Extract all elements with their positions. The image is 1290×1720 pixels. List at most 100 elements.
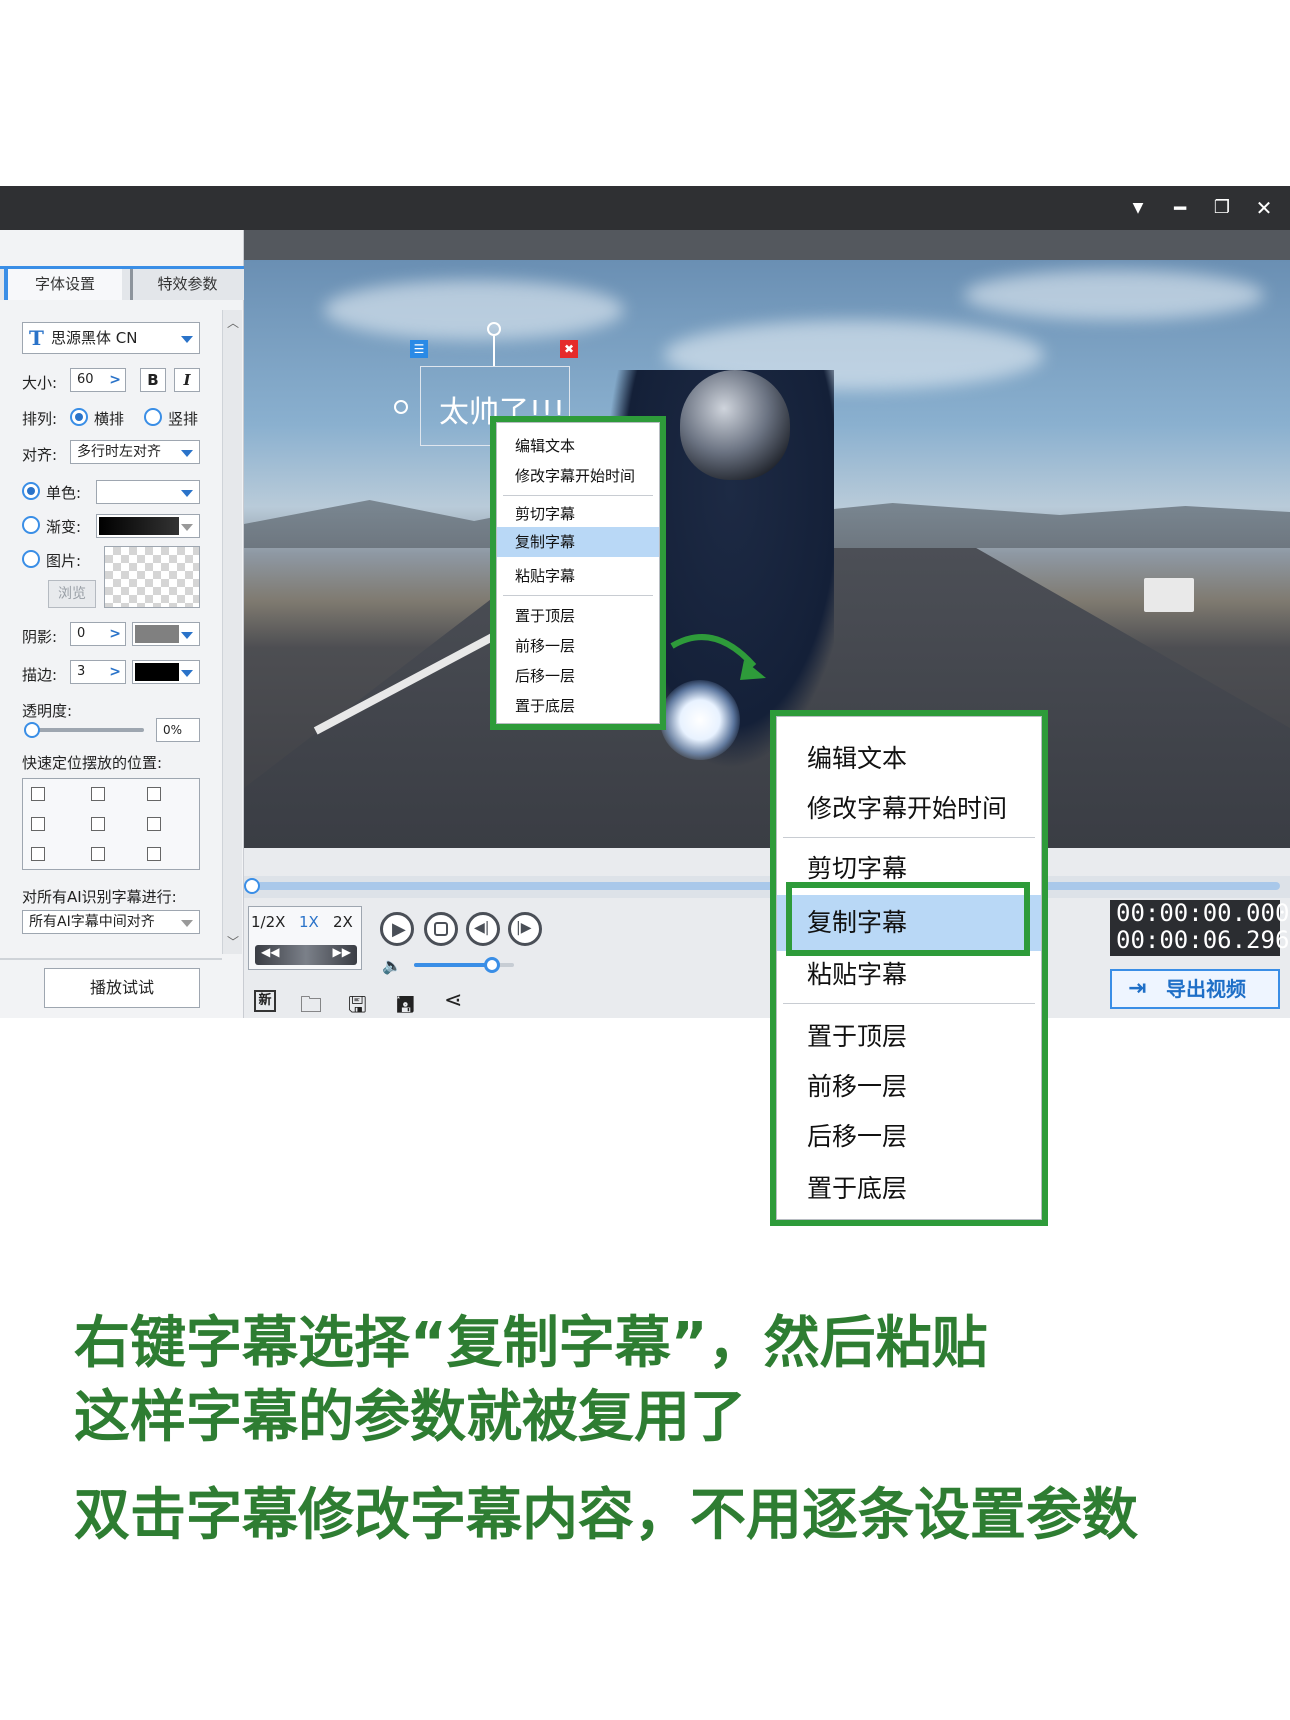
save-as-icon[interactable]: 🖪	[396, 988, 415, 1026]
restore-icon[interactable]: ❐	[1208, 194, 1236, 222]
menu-item-send-to-back[interactable]: 置于底层	[497, 695, 659, 716]
image-radio[interactable]	[22, 550, 40, 568]
font-select[interactable]: T 思源黑体 CN	[22, 322, 200, 354]
italic-button[interactable]: I	[174, 368, 200, 392]
arrange-horizontal-label: 横排	[94, 410, 125, 428]
next-frame-button[interactable]: |▶	[508, 912, 542, 946]
position-middle-right[interactable]	[147, 817, 161, 831]
align-select[interactable]: 多行时左对齐	[70, 440, 200, 464]
solid-color-radio[interactable]	[22, 482, 40, 500]
menu-item-edit-text[interactable]: 编辑文本	[777, 739, 1041, 775]
rewind-icon: ◀◀	[261, 945, 280, 959]
menu-item-cut[interactable]: 剪切字幕	[497, 503, 659, 524]
menu-item-bring-to-front[interactable]: 置于顶层	[497, 605, 659, 626]
dropdown-icon[interactable]: ▼	[1124, 194, 1152, 222]
volume-slider-track[interactable]	[414, 957, 514, 973]
menu-item-copy[interactable]: 复制字幕	[497, 527, 659, 557]
gradient-picker[interactable]	[96, 514, 200, 538]
shadow-color-picker[interactable]	[132, 622, 200, 646]
export-video-button[interactable]: ⇥ 导出视频	[1110, 969, 1280, 1009]
total-time: 00:00:06.296	[1116, 926, 1290, 954]
opacity-slider-track[interactable]	[26, 728, 144, 732]
speed-2x[interactable]: 2X	[333, 913, 353, 931]
menu-item-send-backward[interactable]: 后移一层	[777, 1117, 1041, 1153]
menu-item-send-backward[interactable]: 后移一层	[497, 665, 659, 686]
stroke-input[interactable]: 3 >	[70, 660, 126, 684]
ai-align-select[interactable]: 所有AI字幕中间对齐	[22, 910, 200, 934]
timeline-track[interactable]	[250, 882, 1280, 890]
position-top-right[interactable]	[147, 787, 161, 801]
opacity-input[interactable]: 0%	[156, 718, 200, 742]
list-icon[interactable]: ☰	[410, 340, 428, 358]
stop-button[interactable]	[424, 912, 458, 946]
speed-slider[interactable]: ◀◀ ▶▶	[255, 945, 357, 965]
menu-item-bring-to-front[interactable]: 置于顶层	[777, 1017, 1041, 1053]
menu-item-change-start-time[interactable]: 修改字幕开始时间	[777, 789, 1041, 825]
settings-tabs: 字体设置 特效参数	[0, 266, 244, 300]
helmet	[680, 370, 790, 480]
speed-1x[interactable]: 1X	[299, 913, 319, 931]
rotate-handle[interactable]	[487, 322, 501, 336]
minimize-icon[interactable]: ━	[1166, 194, 1194, 222]
timeline-handle[interactable]	[244, 878, 260, 894]
browse-button[interactable]: 浏览	[48, 580, 96, 608]
play-button[interactable]: ▶	[380, 912, 414, 946]
position-bottom-center[interactable]	[91, 847, 105, 861]
opacity-slider-handle[interactable]	[24, 722, 40, 738]
chevron-down-icon	[181, 632, 193, 639]
menu-item-bring-forward[interactable]: 前移一层	[777, 1067, 1041, 1103]
panel-scrollbar[interactable]: ︿ ﹀	[222, 310, 242, 954]
stroke-swatch	[135, 663, 179, 681]
delete-icon[interactable]: ✖	[560, 340, 578, 358]
solid-color-picker[interactable]	[96, 480, 200, 504]
size-input[interactable]: 60 >	[70, 368, 126, 392]
menu-item-change-start-time[interactable]: 修改字幕开始时间	[497, 465, 659, 486]
volume-icon[interactable]: 🔈	[382, 956, 402, 975]
chevron-down-icon	[181, 450, 193, 457]
small-context-menu: 编辑文本 修改字幕开始时间 剪切字幕 复制字幕 粘贴字幕 置于顶层 前移一层 后…	[496, 422, 660, 724]
video-preview[interactable]: 太帅了!!! ☰ ✖	[244, 260, 1290, 848]
save-icon[interactable]: 🖫	[348, 988, 367, 1026]
open-folder-icon[interactable]: 🗀	[300, 988, 322, 1026]
bold-button[interactable]: B	[140, 368, 166, 392]
step-forward-icon: |▶	[516, 920, 532, 936]
quick-position-label: 快速定位摆放的位置:	[22, 754, 163, 772]
new-project-icon[interactable]: 新	[254, 990, 276, 1012]
chevron-up-icon[interactable]: ︿	[227, 314, 239, 331]
menu-item-paste[interactable]: 粘贴字幕	[497, 565, 659, 586]
menu-item-bring-forward[interactable]: 前移一层	[497, 635, 659, 656]
position-top-center[interactable]	[91, 787, 105, 801]
close-icon[interactable]: ✕	[1250, 194, 1278, 222]
gradient-label: 渐变:	[46, 518, 82, 536]
preview-play-button[interactable]: 播放试试	[44, 968, 200, 1008]
share-icon[interactable]: ⋖	[444, 988, 462, 1013]
prev-frame-button[interactable]: ◀|	[466, 912, 500, 946]
align-label: 对齐:	[22, 446, 58, 464]
volume-slider-handle[interactable]	[484, 957, 500, 973]
tab-font-settings[interactable]: 字体设置	[4, 269, 122, 300]
stroke-color-picker[interactable]	[132, 660, 200, 684]
arrange-horizontal-radio[interactable]	[70, 408, 88, 426]
arrange-vertical-radio[interactable]	[144, 408, 162, 426]
menu-item-paste[interactable]: 粘贴字幕	[777, 955, 1041, 991]
position-bottom-left[interactable]	[31, 847, 45, 861]
shadow-input[interactable]: 0 >	[70, 622, 126, 646]
speed-half[interactable]: 1/2X	[251, 913, 285, 931]
chevron-down-icon[interactable]: ﹀	[227, 933, 239, 950]
menu-item-cut[interactable]: 剪切字幕	[777, 849, 1041, 885]
volume-slider-fill	[414, 963, 492, 967]
menu-item-edit-text[interactable]: 编辑文本	[497, 435, 659, 456]
gradient-radio[interactable]	[22, 516, 40, 534]
stop-icon	[434, 922, 448, 936]
chevron-down-icon	[181, 524, 193, 531]
menu-separator	[503, 595, 653, 596]
caption-line-1: 右键字幕选择“复制字幕”，然后粘贴	[74, 1311, 988, 1376]
position-center[interactable]	[91, 817, 105, 831]
resize-handle-left[interactable]	[394, 400, 408, 414]
menu-item-send-to-back[interactable]: 置于底层	[777, 1169, 1041, 1205]
position-middle-left[interactable]	[31, 817, 45, 831]
position-top-left[interactable]	[31, 787, 45, 801]
tab-effect-params[interactable]: 特效参数	[130, 269, 242, 300]
arrow-icon	[670, 634, 766, 680]
position-bottom-right[interactable]	[147, 847, 161, 861]
